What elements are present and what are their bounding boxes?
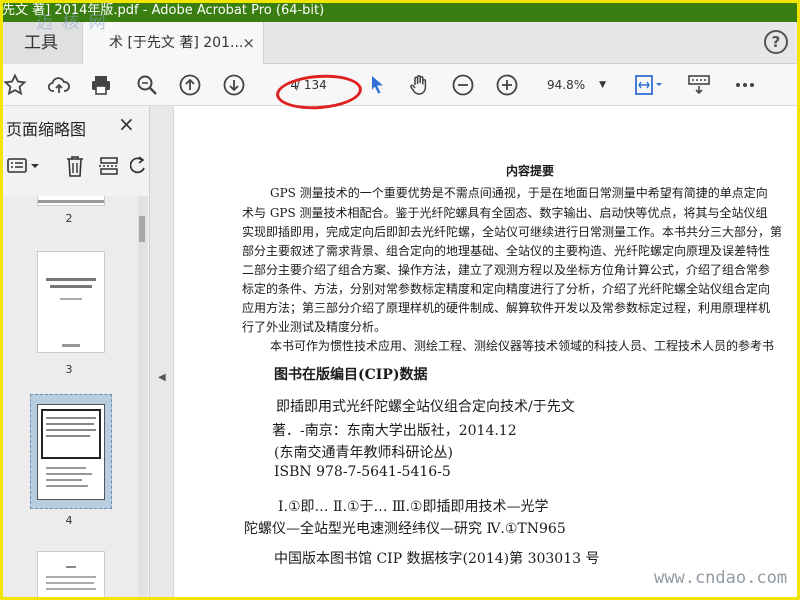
summary-line: 部分主要叙述了需求背景、组合定向的地理基础、全站仪的主要构造、光纤陀螺定向原理及…	[242, 244, 771, 258]
summary-line: 行了外业测试及精度分析。	[242, 320, 387, 334]
close-panel-icon[interactable]: ×	[118, 112, 135, 136]
tab-document-label: 术 [于先文 著] 201...	[109, 35, 244, 51]
summary-line: 本书可作为惯性技术应用、测绘工程、测绘仪器等技术领域的科技人员、工程技术人员的参…	[270, 339, 775, 353]
thumbnail-page-3[interactable]	[37, 251, 105, 353]
collapse-arrow-icon[interactable]: ◀	[158, 372, 166, 383]
upload-cloud-icon[interactable]	[46, 72, 72, 98]
tab-document[interactable]: 术 [于先文 著] 201... ×	[82, 22, 264, 64]
cip-line: (东南交通青年教师科研论丛)	[274, 445, 453, 461]
thumbnail-page-4[interactable]	[37, 404, 105, 500]
star-icon[interactable]	[2, 72, 28, 98]
thumbnail-scrollbar[interactable]	[138, 196, 148, 600]
fit-page-icon[interactable]	[632, 72, 666, 98]
hand-tool-icon[interactable]	[406, 72, 432, 98]
print-icon[interactable]	[88, 72, 114, 98]
page-up-icon[interactable]	[177, 72, 203, 98]
rotate-page-icon[interactable]	[130, 154, 146, 178]
page-down-icon[interactable]	[221, 72, 247, 98]
watermark-logo: 迈 核 网	[36, 13, 108, 33]
help-icon[interactable]: ?	[764, 30, 788, 54]
summary-line: 标定的条件、方法，分别对常参数标定精度和定向精度进行了分析，介绍了光纤陀螺全站仪…	[242, 282, 771, 296]
zoom-level-select[interactable]: 94.8% ▼	[536, 74, 612, 96]
cip-line: 著．-南京：东南大学出版社，2014.12	[272, 423, 517, 439]
thumbnail-toolbar	[0, 152, 150, 182]
cip-line: 中国版本图书馆 CIP 数据核字(2014)第 303013 号	[274, 551, 600, 567]
close-tab-icon[interactable]: ×	[242, 22, 255, 64]
more-icon[interactable]	[732, 72, 758, 98]
cip-line: 陀螺仪—全站型光电速测经纬仪—研究 Ⅳ.①TN965	[244, 521, 566, 537]
select-cursor-icon[interactable]	[364, 72, 390, 98]
zoom-level-value: 94.8%	[547, 78, 586, 92]
main-toolbar: 4 / 134 94.8% ▼	[0, 64, 800, 106]
zoom-out-icon[interactable]	[450, 72, 476, 98]
thumbnail-page-5[interactable]	[37, 551, 105, 600]
window-title-bar: 先文 著] 2014年版.pdf - Adobe Acrobat Pro (64…	[0, 0, 800, 22]
summary-title: 内容提要	[506, 164, 555, 178]
summary-line: 术与 GPS 测量技术相配合。鉴于光纤陀螺具有全固态、数字输出、启动快等优点，将…	[242, 206, 768, 220]
panel-title: 页面缩略图	[6, 120, 87, 139]
pdf-page: 内容提要 GPS 测量技术的一个重要优势是不需点间通视，于是在地面日常测量中希望…	[174, 106, 800, 600]
zoom-search-icon[interactable]	[134, 72, 160, 98]
summary-line: 实现即插即用，完成定向后即卸去光纤陀螺，全站仪可继续进行日常测量工作。本书共分三…	[242, 225, 783, 239]
thumbnail-options-icon[interactable]	[6, 154, 42, 178]
thumbnail-page-number: 3	[65, 363, 73, 376]
summary-line: 二部分主要介绍了组合方案、操作方法，建立了观测方程以及坐标方位角计算公式，介绍了…	[242, 263, 771, 277]
scrollbar-thumb[interactable]	[139, 216, 145, 242]
summary-line: 应用方法；第三部分介绍了原理样机的硬件制成、解算软件开发以及常参数标定过程，利用…	[242, 301, 771, 315]
thumbnail-page-2[interactable]	[37, 196, 105, 206]
cip-heading: 图书在版编目(CIP)数据	[274, 367, 428, 383]
cip-line: Ⅰ.①即… Ⅱ.①于… Ⅲ.①即插即用技术—光学	[278, 499, 549, 515]
insert-page-icon[interactable]	[98, 154, 120, 178]
cip-line: ISBN 978-7-5641-5416-5	[274, 464, 451, 480]
trash-icon[interactable]	[64, 154, 86, 178]
thumbnail-page-number: 2	[65, 212, 73, 225]
comment-tool-icon[interactable]	[686, 72, 712, 98]
document-view: 内容提要 GPS 测量技术的一个重要优势是不需点间通视，于是在地面日常测量中希望…	[174, 106, 800, 600]
summary-line: GPS 测量技术的一个重要优势是不需点间通视，于是在地面日常测量中希望有简捷的单…	[270, 186, 768, 200]
zoom-in-icon[interactable]	[494, 72, 520, 98]
panel-collapse-bar[interactable]: ◀	[150, 106, 174, 600]
watermark-url: www.cndao.com	[654, 568, 788, 588]
tab-bar: 工具 术 [于先文 著] 201... × ?	[0, 22, 800, 64]
thumbnail-list: 2 3 4	[0, 196, 138, 600]
chevron-down-icon: ▼	[599, 80, 606, 90]
page-thumbnails-panel: 页面缩略图 × 2 3 4	[0, 106, 150, 600]
cip-line: 即插即用式光纤陀螺全站仪组合定向技术/于先文	[276, 399, 575, 415]
thumbnail-page-number: 4	[65, 514, 73, 527]
